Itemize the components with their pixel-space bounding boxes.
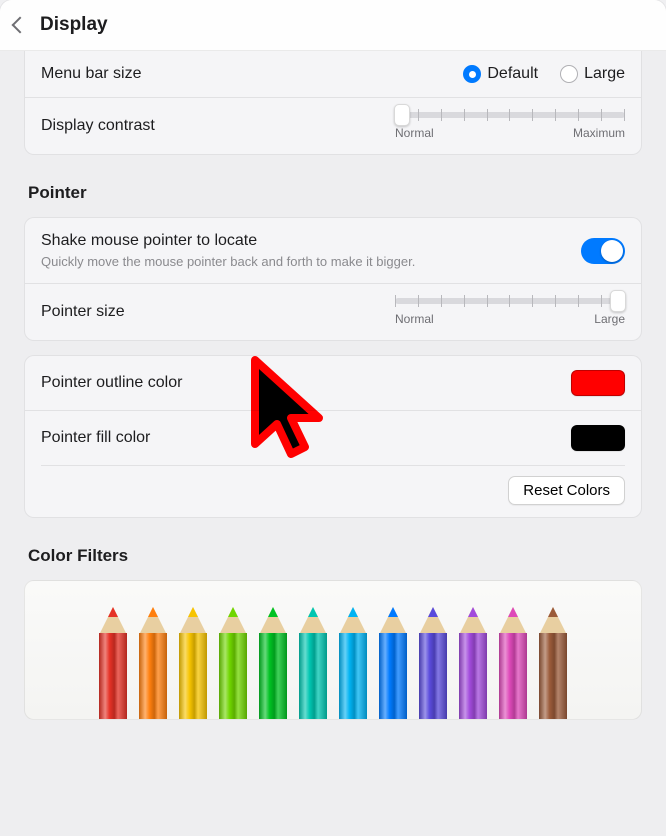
pencil-icon — [92, 607, 134, 720]
pointer-fill-label: Pointer fill color — [41, 429, 571, 447]
pointer-section-header: Pointer — [24, 183, 642, 203]
pencil-icon — [172, 607, 214, 720]
shake-pointer-row: Shake mouse pointer to locate Quickly mo… — [25, 218, 641, 283]
slider-max-label: Maximum — [573, 126, 625, 140]
radio-label: Default — [487, 65, 538, 83]
reset-colors-button[interactable]: Reset Colors — [508, 476, 625, 505]
pointer-outline-row: Pointer outline color — [25, 356, 641, 410]
pencil-icon — [452, 607, 494, 720]
radio-dot-icon — [560, 65, 578, 83]
pointer-outline-swatch[interactable] — [571, 370, 625, 396]
content: Menu bar size Default Large Display cont… — [0, 51, 666, 836]
pointer-size-slider[interactable]: Normal Large — [395, 298, 625, 326]
color-filters-section-header: Color Filters — [24, 546, 642, 566]
pencil-icon — [532, 607, 574, 720]
pointer-size-label: Pointer size — [41, 303, 395, 321]
menu-bar-size-large-radio[interactable]: Large — [560, 65, 625, 83]
shake-pointer-label: Shake mouse pointer to locate — [41, 232, 581, 250]
reset-colors-row: Reset Colors — [25, 466, 641, 517]
pencil-icon — [292, 607, 334, 720]
pointer-fill-row: Pointer fill color — [25, 410, 641, 465]
slider-max-label: Large — [594, 312, 625, 326]
pencils-row — [25, 607, 641, 720]
menu-bar-size-row: Menu bar size Default Large — [25, 51, 641, 97]
pointer-fill-swatch[interactable] — [571, 425, 625, 451]
display-card: Menu bar size Default Large Display cont… — [24, 51, 642, 155]
pointer-outline-label: Pointer outline color — [41, 374, 571, 392]
pencil-icon — [332, 607, 374, 720]
pencil-icon — [132, 607, 174, 720]
radio-label: Large — [584, 65, 625, 83]
shake-pointer-sub: Quickly move the mouse pointer back and … — [41, 254, 581, 269]
pencil-icon — [372, 607, 414, 720]
pencil-icon — [212, 607, 254, 720]
display-contrast-slider[interactable]: Normal Maximum — [395, 112, 625, 140]
menu-bar-size-label: Menu bar size — [41, 65, 463, 83]
back-button[interactable] — [12, 17, 29, 34]
slider-min-label: Normal — [395, 126, 434, 140]
radio-dot-icon — [463, 65, 481, 83]
pencil-icon — [412, 607, 454, 720]
color-filters-preview — [24, 580, 642, 720]
slider-thumb[interactable] — [610, 290, 626, 312]
display-contrast-label: Display contrast — [41, 117, 395, 135]
page-title: Display — [40, 14, 108, 36]
titlebar: Display — [0, 0, 666, 51]
pointer-size-row: Pointer size Normal Large — [25, 283, 641, 340]
pencil-icon — [492, 607, 534, 720]
slider-thumb[interactable] — [394, 104, 410, 126]
display-contrast-row: Display contrast Normal Maximum — [25, 97, 641, 154]
pointer-card-2: Pointer outline color Pointer fill color… — [24, 355, 642, 518]
menu-bar-size-default-radio[interactable]: Default — [463, 65, 538, 83]
slider-min-label: Normal — [395, 312, 434, 326]
window: Display Menu bar size Default Large — [0, 0, 666, 836]
shake-pointer-toggle[interactable] — [581, 238, 625, 264]
pencil-icon — [252, 607, 294, 720]
pointer-card-1: Shake mouse pointer to locate Quickly mo… — [24, 217, 642, 341]
